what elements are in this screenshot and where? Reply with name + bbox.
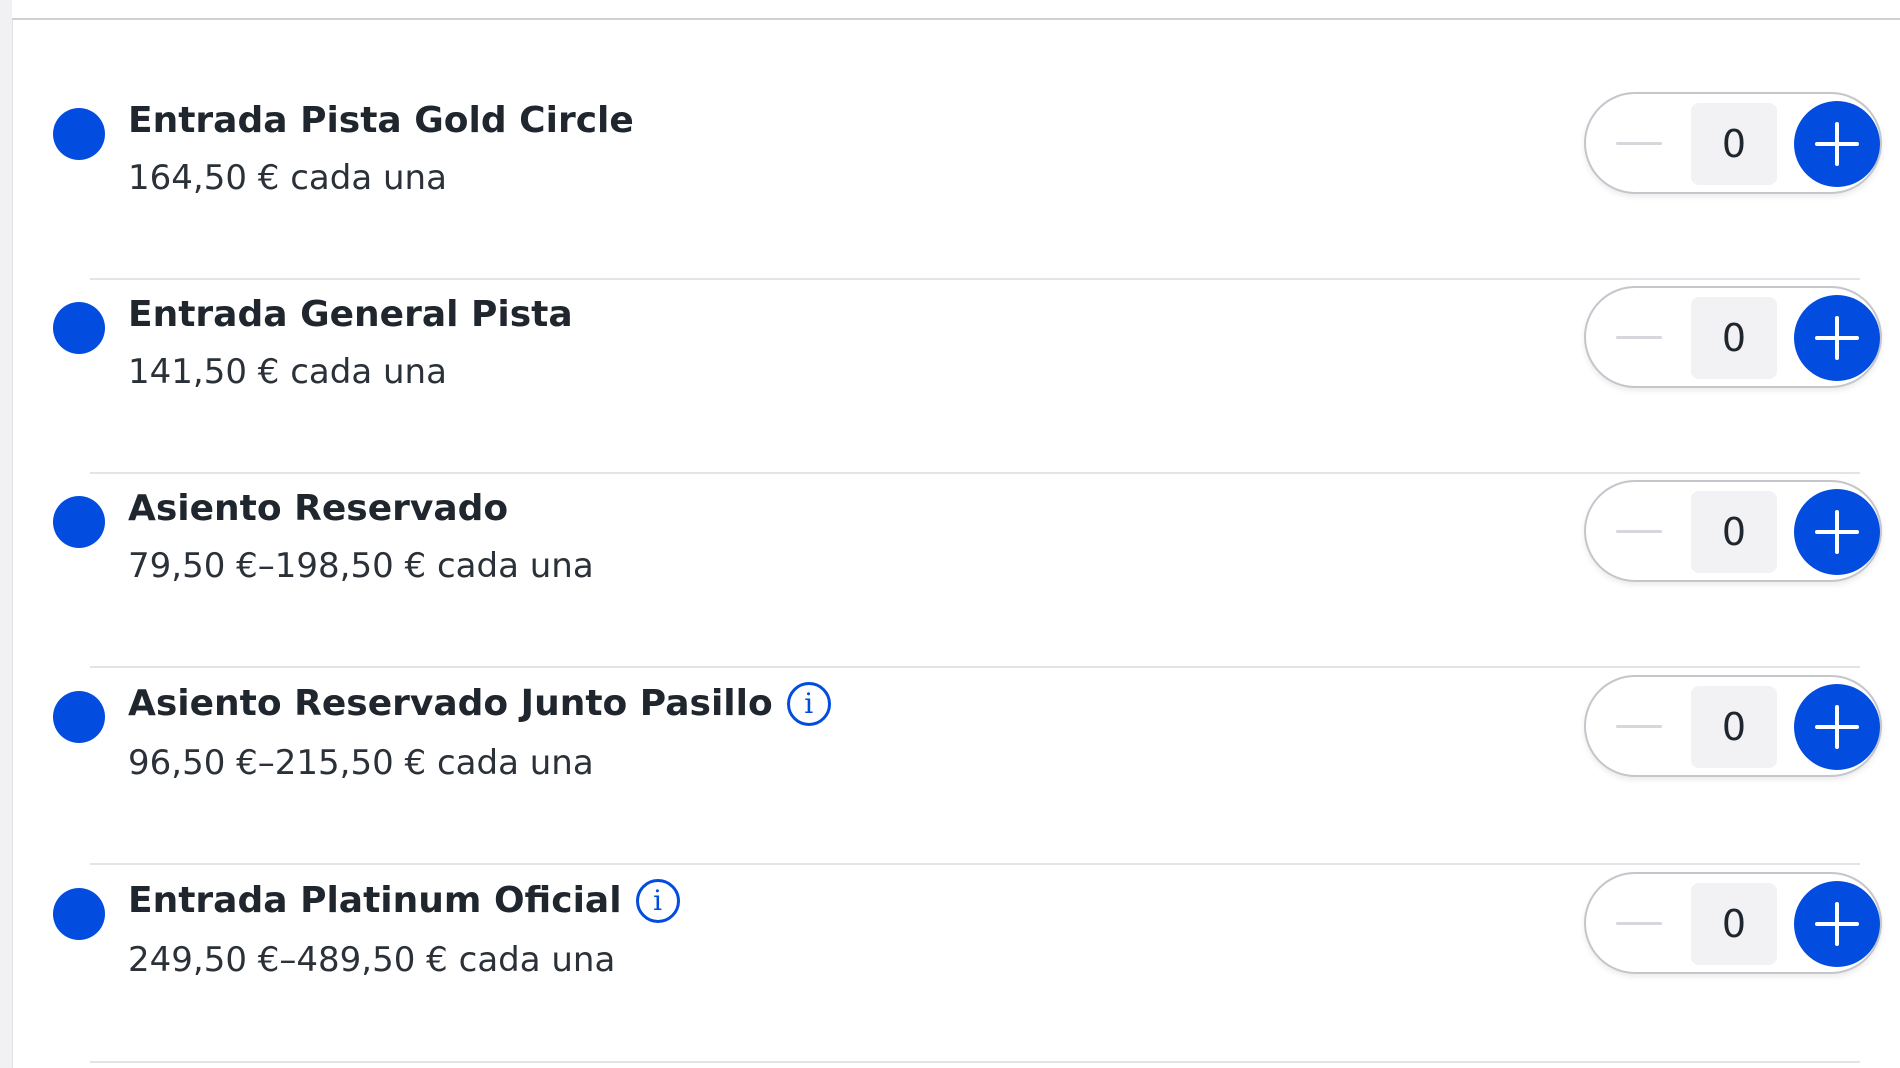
increase-button[interactable] — [1794, 101, 1880, 187]
minus-icon — [1616, 336, 1662, 339]
ticket-price: 141,50 € cada una — [128, 352, 447, 392]
ticket-row: Entrada General Pista 141,50 € cada una … — [12, 282, 1900, 476]
quantity-value[interactable]: 0 — [1691, 103, 1777, 185]
plus-icon — [1794, 684, 1880, 770]
availability-dot-icon — [53, 108, 105, 160]
increase-button[interactable] — [1794, 489, 1880, 575]
ticket-name-label: Entrada Platinum Oficial — [128, 880, 622, 921]
plus-icon — [1794, 295, 1880, 381]
quantity-value[interactable]: 0 — [1691, 297, 1777, 379]
quantity-stepper: 0 — [1584, 480, 1882, 582]
decrease-button[interactable] — [1602, 106, 1676, 180]
quantity-value[interactable]: 0 — [1691, 686, 1777, 768]
ticket-row: Entrada Platinum Oficial i 249,50 €–489,… — [12, 868, 1900, 1062]
ticket-name: Entrada General Pista — [128, 293, 573, 337]
quantity-stepper: 0 — [1584, 92, 1882, 194]
ticket-name-label: Entrada Pista Gold Circle — [128, 100, 634, 141]
ticket-name: Asiento Reservado — [128, 487, 508, 531]
quantity-value[interactable]: 0 — [1691, 883, 1777, 965]
minus-icon — [1616, 142, 1662, 145]
minus-icon — [1616, 922, 1662, 925]
plus-icon — [1794, 489, 1880, 575]
ticket-row: Entrada Pista Gold Circle 164,50 € cada … — [12, 88, 1900, 282]
ticket-price: 79,50 €–198,50 € cada una — [128, 546, 594, 586]
quantity-stepper: 0 — [1584, 286, 1882, 388]
ticket-price: 96,50 €–215,50 € cada una — [128, 743, 594, 783]
decrease-button[interactable] — [1602, 494, 1676, 568]
top-divider — [12, 0, 1900, 20]
minus-icon — [1616, 725, 1662, 728]
ticket-name: Asiento Reservado Junto Pasillo i — [128, 682, 831, 726]
increase-button[interactable] — [1794, 684, 1880, 770]
availability-dot-icon — [53, 496, 105, 548]
availability-dot-icon — [53, 302, 105, 354]
ticket-name-label: Entrada General Pista — [128, 294, 573, 335]
decrease-button[interactable] — [1602, 300, 1676, 374]
quantity-stepper: 0 — [1584, 675, 1882, 777]
ticket-name-label: Asiento Reservado — [128, 488, 509, 529]
row-divider — [90, 1061, 1860, 1063]
ticket-name: Entrada Platinum Oficial i — [128, 879, 680, 923]
decrease-button[interactable] — [1602, 689, 1676, 763]
ticket-row: Asiento Reservado 79,50 €–198,50 € cada … — [12, 476, 1900, 670]
ticket-price: 164,50 € cada una — [128, 158, 447, 198]
increase-button[interactable] — [1794, 881, 1880, 967]
ticket-name-label: Asiento Reservado Junto Pasillo — [128, 683, 773, 724]
increase-button[interactable] — [1794, 295, 1880, 381]
ticket-price: 249,50 €–489,50 € cada una — [128, 940, 616, 980]
plus-icon — [1794, 881, 1880, 967]
row-divider — [90, 666, 1860, 668]
availability-dot-icon — [53, 691, 105, 743]
plus-icon — [1794, 101, 1880, 187]
info-icon[interactable]: i — [786, 682, 831, 726]
decrease-button[interactable] — [1602, 886, 1676, 960]
quantity-stepper: 0 — [1584, 872, 1882, 974]
info-icon[interactable]: i — [635, 879, 680, 923]
availability-dot-icon — [53, 888, 105, 940]
minus-icon — [1616, 530, 1662, 533]
row-divider — [90, 863, 1860, 865]
row-divider — [90, 472, 1860, 474]
quantity-value[interactable]: 0 — [1691, 491, 1777, 573]
ticket-name: Entrada Pista Gold Circle — [128, 99, 634, 143]
ticket-row: Asiento Reservado Junto Pasillo i 96,50 … — [12, 671, 1900, 865]
row-divider — [90, 278, 1860, 280]
